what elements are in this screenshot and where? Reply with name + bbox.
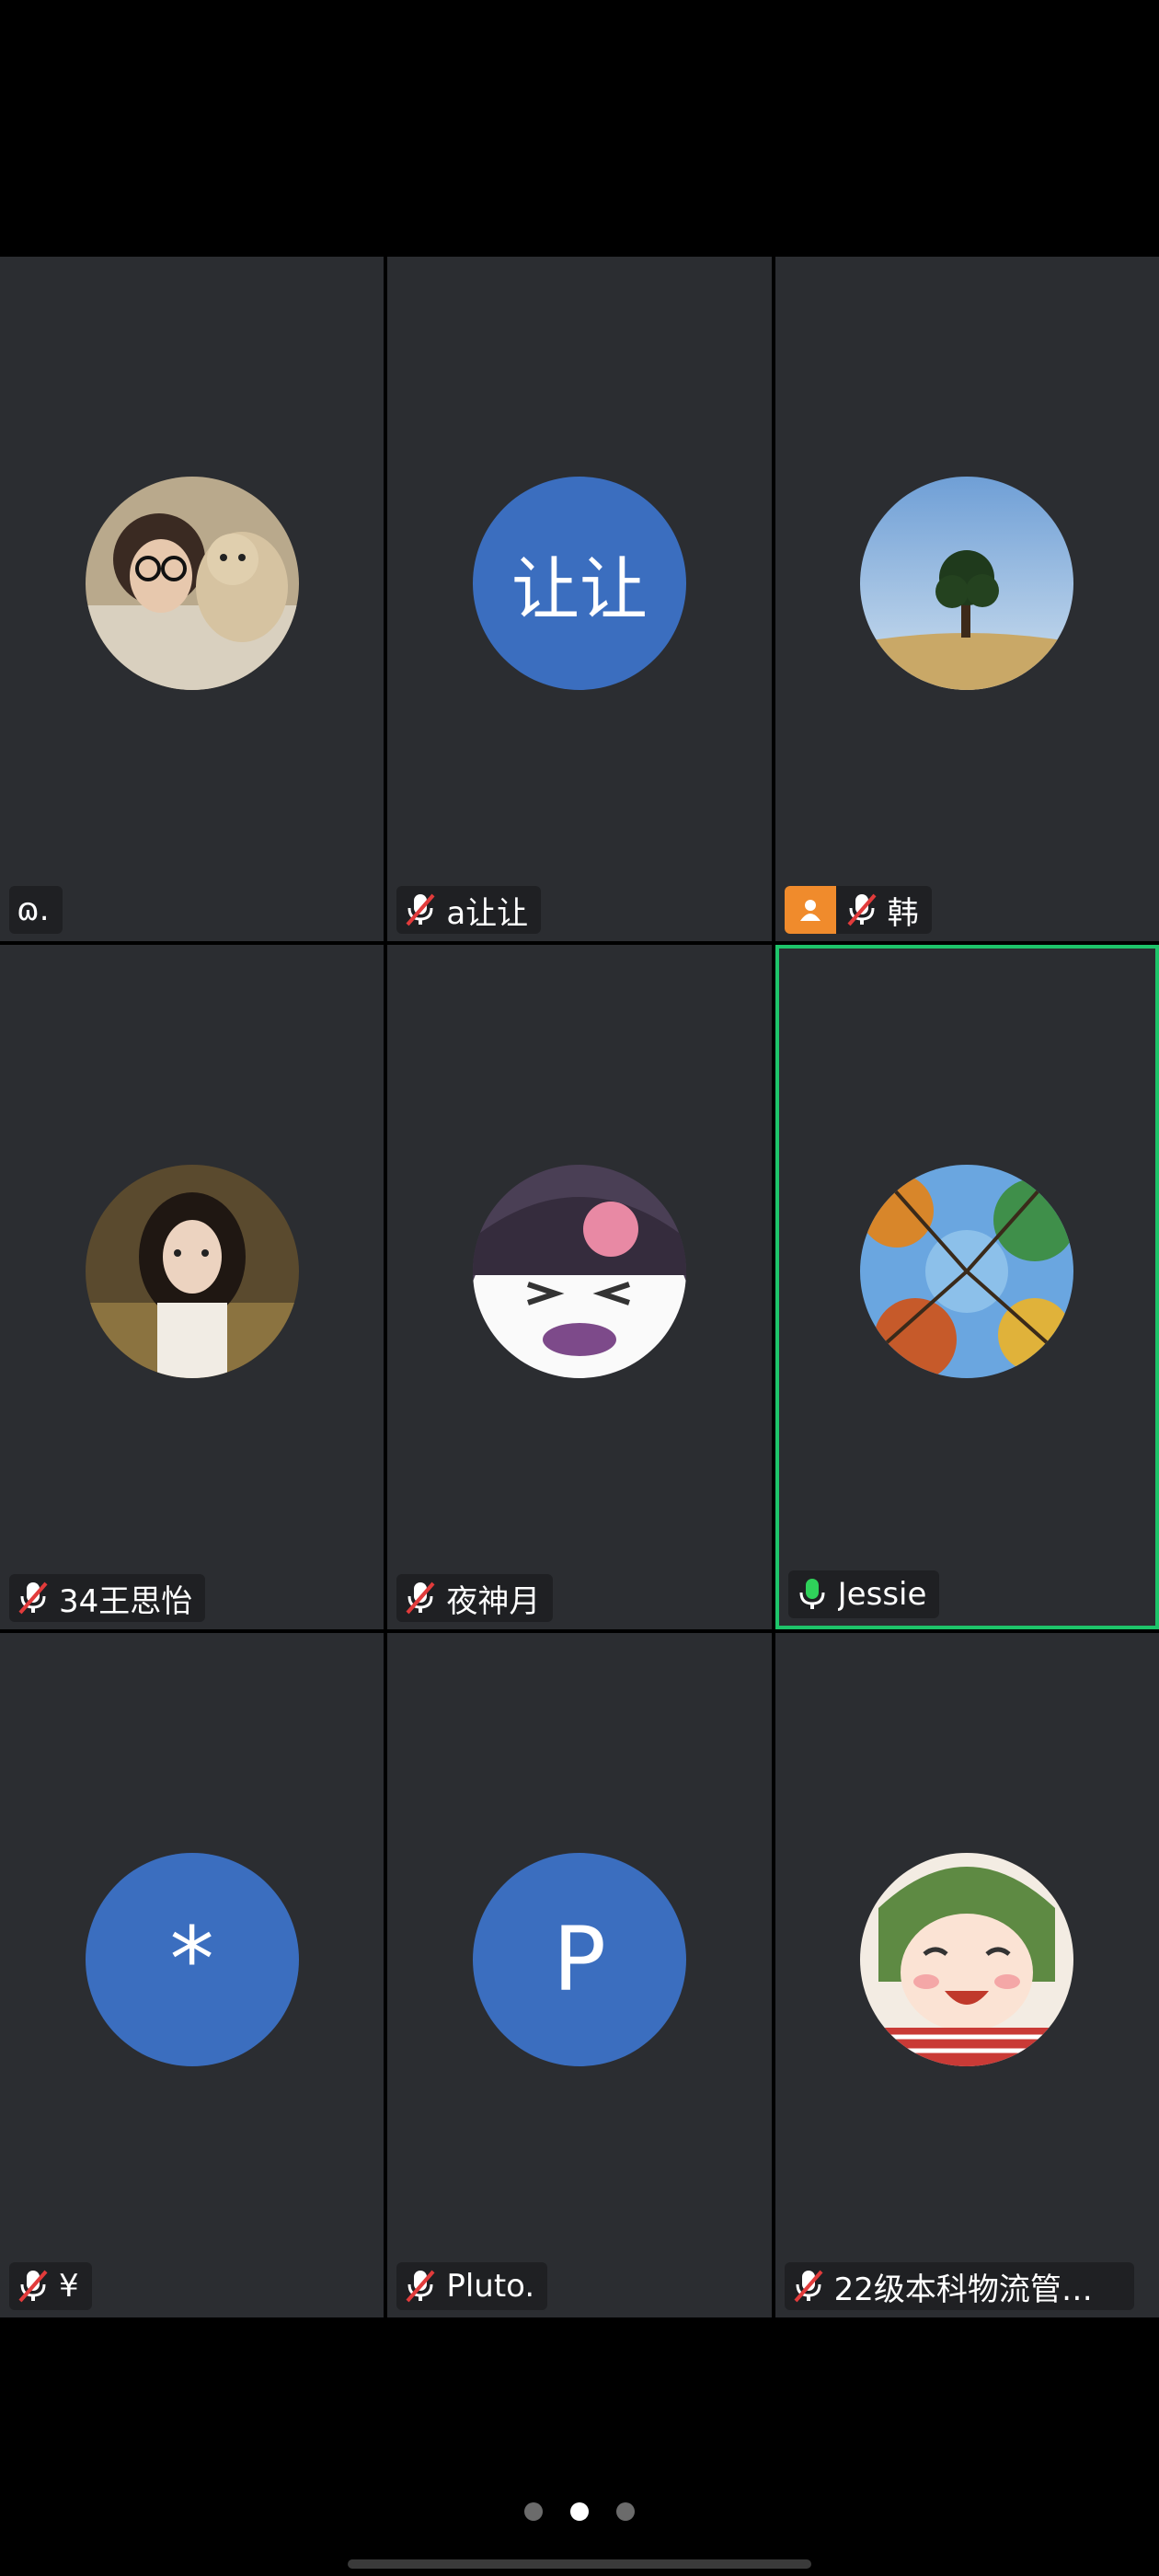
name-tag: 韩 [784,886,932,934]
page-dot-3[interactable] [616,2502,635,2521]
participant-name: 34王思怡 [59,1582,193,1620]
participant-tile[interactable]: P Pluto. [387,1633,772,2317]
participant-name: 韩 [887,894,919,932]
avatar-photo [860,477,1074,690]
name-tag: 34王思怡 [9,1574,206,1622]
avatar-photo [860,1165,1074,1378]
mic-muted-icon [847,893,877,926]
participant-tile[interactable]: 让让 a让让 [387,257,772,941]
name-tag: ɷ. [9,886,63,934]
participant-tile[interactable]: 夜神月 [387,945,772,1629]
mic-muted-icon [406,893,435,926]
participant-tile[interactable]: 22级本科物流管理… [775,1633,1159,2317]
participant-tile[interactable]: 韩 [775,257,1159,941]
participant-name: Jessie [837,1576,927,1613]
avatar-initials: P [472,1853,686,2066]
mic-muted-icon [18,1581,48,1615]
mic-muted-icon [794,2270,823,2303]
participant-name: ɷ. [17,891,50,928]
participant-name: 夜神月 [446,1582,541,1620]
home-indicator[interactable] [348,2559,811,2569]
participant-name: ¥ [59,2268,79,2305]
name-tag: Jessie [787,1570,940,1618]
page-indicator[interactable] [0,2502,1159,2521]
avatar-photo [85,477,299,690]
name-tag: a让让 [396,886,542,934]
participant-name: 22级本科物流管理… [833,2271,1121,2308]
avatar-photo [472,1165,686,1378]
name-tag: ¥ [9,2262,92,2310]
name-tag: Pluto. [396,2262,548,2310]
mic-muted-icon [406,2270,435,2303]
participant-tile[interactable]: ɷ. [0,257,384,941]
participant-tile[interactable]: * ¥ [0,1633,384,2317]
host-badge-icon [784,886,836,934]
participant-name: a让让 [446,894,529,932]
avatar-initials: 让让 [472,477,686,690]
mic-muted-icon [18,2270,48,2303]
name-tag: 22级本科物流管理… [784,2262,1134,2310]
mic-speaking-icon [799,1579,825,1609]
avatar-photo [85,1165,299,1378]
avatar-photo [860,1853,1074,2066]
name-tag: 夜神月 [396,1574,554,1622]
page-dot-1[interactable] [524,2502,543,2521]
participant-tile[interactable]: 34王思怡 [0,945,384,1629]
participant-grid: ɷ. 让让 a让让 韩 34王思怡 夜神月 Jessie * ¥ P Pluto… [0,257,1159,2317]
participant-name: Pluto. [446,2268,535,2305]
participant-tile-active-speaker[interactable]: Jessie [775,945,1159,1629]
mic-muted-icon [406,1581,435,1615]
avatar-initials: * [85,1853,299,2066]
page-dot-2-current[interactable] [570,2502,589,2521]
